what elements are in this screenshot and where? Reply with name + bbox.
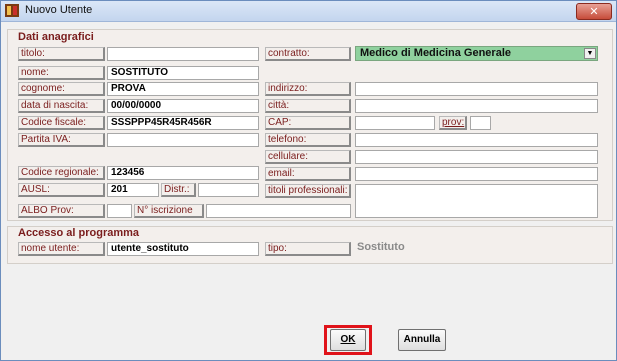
distr-field[interactable] (198, 183, 259, 197)
contratto-select[interactable]: Medico di Medicina Generale ▼ (355, 46, 598, 61)
cap-label[interactable]: CAP: (265, 116, 351, 130)
section-title-accesso: Accesso al programma (18, 227, 140, 239)
title-bar: Nuovo Utente ✕ (1, 1, 616, 22)
contratto-label[interactable]: contratto: (265, 47, 351, 61)
albo-prov-label[interactable]: ALBO Prov: (18, 204, 105, 218)
cognome-field[interactable]: PROVA (107, 82, 259, 96)
partita-iva-field[interactable] (107, 133, 259, 147)
contratto-value: Medico di Medicina Generale (360, 47, 511, 59)
app-icon (5, 4, 19, 17)
ok-button[interactable]: OK (330, 329, 366, 351)
codice-regionale-field[interactable]: 123456 (107, 166, 259, 180)
email-field[interactable] (355, 167, 598, 181)
citta-label[interactable]: città: (265, 99, 351, 113)
tipo-label[interactable]: tipo: (265, 242, 351, 256)
prov-label[interactable]: prov: (439, 116, 467, 130)
titolo-label[interactable]: titolo: (18, 47, 105, 61)
cellulare-field[interactable] (355, 150, 598, 164)
n-iscrizione-field[interactable] (206, 204, 351, 218)
tipo-value: Sostituto (357, 241, 405, 253)
section-title-anagrafica: Dati anagrafici (18, 31, 94, 43)
chevron-down-icon[interactable]: ▼ (584, 48, 596, 59)
annulla-button[interactable]: Annulla (398, 329, 446, 351)
codice-regionale-label[interactable]: Codice regionale: (18, 166, 105, 180)
window-title: Nuovo Utente (25, 4, 93, 16)
codice-fiscale-label[interactable]: Codice fiscale: (18, 116, 105, 130)
prov-field[interactable] (470, 116, 491, 130)
albo-prov-field[interactable] (107, 204, 132, 218)
data-nascita-label[interactable]: data di nascita: (18, 99, 105, 113)
titoli-prof-field[interactable] (355, 184, 598, 218)
titolo-field[interactable] (107, 47, 259, 61)
ausl-field[interactable]: 201 (107, 183, 159, 197)
n-iscrizione-label[interactable]: N° iscrizione (134, 204, 204, 218)
codice-fiscale-field[interactable]: SSSPPP45R45R456R (107, 116, 259, 130)
nome-utente-field[interactable]: utente_sostituto (107, 242, 259, 256)
indirizzo-label[interactable]: indirizzo: (265, 82, 351, 96)
close-button[interactable]: ✕ (576, 3, 612, 20)
data-nascita-field[interactable]: 00/00/0000 (107, 99, 259, 113)
cellulare-label[interactable]: cellulare: (265, 150, 351, 164)
partita-iva-label[interactable]: Partita IVA: (18, 133, 105, 147)
nome-label[interactable]: nome: (18, 66, 105, 80)
cognome-label[interactable]: cognome: (18, 82, 105, 96)
citta-field[interactable] (355, 99, 598, 113)
annulla-button-label: Annulla (403, 334, 441, 345)
email-label[interactable]: email: (265, 167, 351, 181)
nuovo-utente-window: Nuovo Utente ✕ Dati anagrafici titolo: n… (0, 0, 617, 361)
indirizzo-field[interactable] (355, 82, 598, 96)
nome-utente-label[interactable]: nome utente: (18, 242, 105, 256)
distr-label[interactable]: Distr.: (161, 183, 196, 197)
telefono-label[interactable]: telefono: (265, 133, 351, 147)
nome-field[interactable]: SOSTITUTO (107, 66, 259, 80)
titoli-prof-label[interactable]: titoli professionali: (265, 184, 351, 198)
ausl-label[interactable]: AUSL: (18, 183, 105, 197)
ok-button-label: OK (340, 334, 356, 345)
cap-field[interactable] (355, 116, 435, 130)
telefono-field[interactable] (355, 133, 598, 147)
